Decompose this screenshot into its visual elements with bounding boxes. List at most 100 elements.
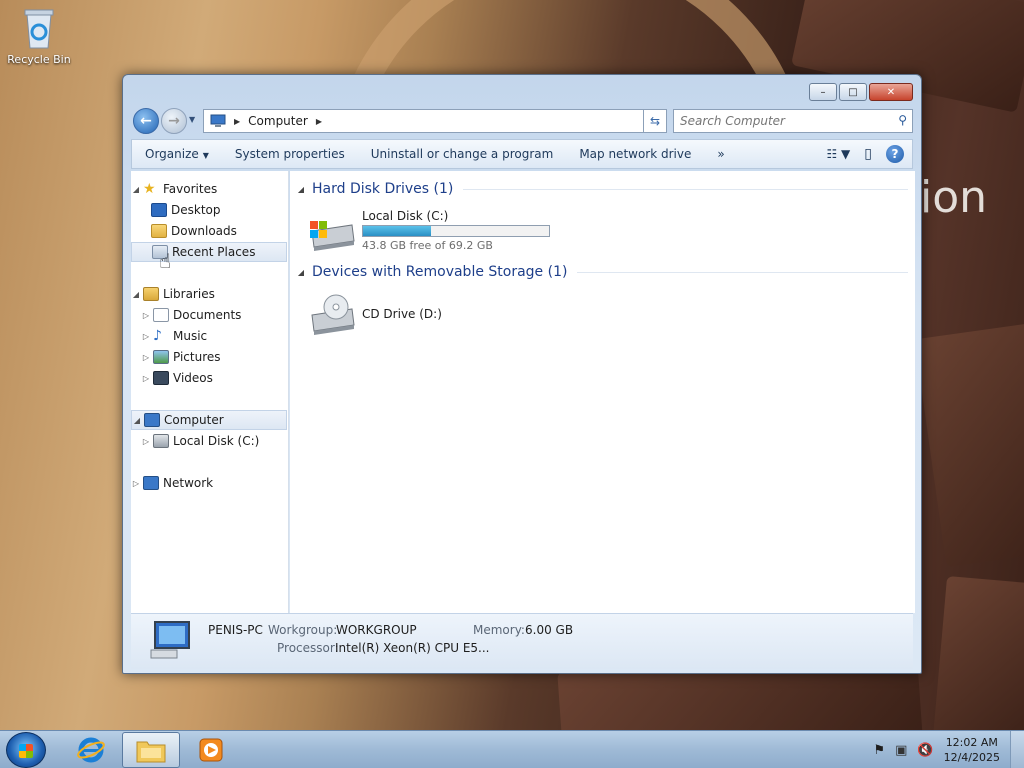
refresh-button[interactable]: ⇆ — [643, 109, 667, 133]
recycle-bin-icon — [24, 9, 54, 49]
organize-button[interactable]: Organize ▼ — [132, 147, 222, 161]
memory-label: Memory: — [473, 623, 525, 637]
navigation-pane: ◢ ★ Favorites Desktop Downloads Recent P… — [131, 171, 289, 613]
close-button[interactable]: ✕ — [869, 83, 913, 101]
clock[interactable]: 12:02 AM 12/4/2025 — [944, 735, 1000, 765]
local-disk-usage-fill — [363, 226, 432, 236]
recycle-bin-label: Recycle Bin — [7, 53, 71, 66]
volume-muted-icon[interactable]: 🔇 — [917, 743, 933, 758]
nav-downloads[interactable]: Downloads — [131, 221, 287, 241]
nav-recent-places[interactable]: Recent Places — [131, 242, 287, 262]
wallpaper-chocolate — [933, 575, 1024, 730]
local-disk-icon — [153, 434, 169, 448]
collapse-arrow-icon: ▷ — [142, 436, 150, 446]
nav-desktop[interactable]: Desktop — [131, 200, 287, 220]
content-pane: ◢ Hard Disk Drives (1) Local Disk (C:) 4… — [290, 171, 915, 613]
nav-music[interactable]: ▷ ♪ Music — [131, 326, 287, 346]
show-desktop-button[interactable] — [1010, 731, 1024, 768]
nav-libraries[interactable]: ◢ Libraries — [131, 284, 287, 304]
address-bar[interactable]: ▶ Computer ▶ ▼ — [203, 109, 667, 133]
local-disk-free-space: 43.8 GB free of 69.2 GB — [362, 239, 493, 252]
nav-network[interactable]: ▷ Network — [131, 473, 287, 493]
workgroup-value: WORKGROUP — [336, 623, 417, 637]
action-center-flag-icon[interactable]: ⚑ — [873, 743, 885, 758]
processor-label: Processor: — [277, 641, 339, 655]
search-input[interactable] — [674, 110, 874, 132]
collapse-arrow-icon: ▷ — [132, 478, 140, 488]
recycle-bin-shortcut[interactable]: Recycle Bin — [4, 6, 74, 66]
clock-time: 12:02 AM — [945, 736, 998, 749]
taskbar-windows-explorer[interactable] — [122, 732, 180, 768]
desktop-folder-icon — [151, 203, 167, 217]
group-header-hard-disks[interactable]: ◢ Hard Disk Drives (1) — [296, 181, 908, 197]
internet-explorer-icon — [77, 737, 105, 763]
system-properties-button[interactable]: System properties — [222, 147, 358, 161]
downloads-folder-icon — [151, 224, 167, 238]
mouse-cursor-icon: ☝ — [159, 249, 172, 273]
breadcrumb-chevron-icon[interactable]: ▶ — [234, 117, 240, 126]
search-box[interactable]: ⚲ — [673, 109, 913, 133]
navigation-bar: ← → ▼ ▶ Computer ▶ ▼ ⇆ ⚲ — [131, 107, 913, 135]
local-disk-usage-bar — [362, 225, 550, 237]
group-header-removable[interactable]: ◢ Devices with Removable Storage (1) — [296, 264, 908, 280]
minimize-button[interactable]: – — [809, 83, 837, 101]
forward-arrow-icon: → — [168, 113, 180, 129]
expand-arrow-icon: ◢ — [297, 184, 305, 194]
recent-pages-dropdown[interactable]: ▼ — [189, 115, 195, 124]
map-network-drive-button[interactable]: Map network drive — [566, 147, 704, 161]
processor-value: Intel(R) Xeon(R) CPU E5... — [335, 641, 490, 655]
pictures-icon — [153, 350, 169, 364]
music-icon: ♪ — [153, 328, 162, 344]
back-arrow-icon: ← — [140, 113, 152, 129]
breadcrumb-chevron-icon[interactable]: ▶ — [316, 117, 322, 126]
view-options-button[interactable]: ☷ ▼ — [826, 147, 850, 161]
nav-videos[interactable]: ▷ Videos — [131, 368, 287, 388]
documents-icon — [153, 308, 169, 322]
media-player-icon — [199, 738, 223, 762]
nav-documents[interactable]: ▷ Documents — [131, 305, 287, 325]
star-icon: ★ — [143, 181, 156, 197]
wallpaper-text: ion — [920, 172, 988, 223]
expand-arrow-icon: ◢ — [297, 267, 305, 277]
taskbar: ⚑ ▣ 🔇 12:02 AM 12/4/2025 — [0, 730, 1024, 768]
explorer-window: – □ ✕ ← → ▼ ▶ Computer ▶ ▼ ⇆ ⚲ Or — [122, 74, 922, 674]
nav-favorites[interactable]: ◢ ★ Favorites — [131, 179, 287, 199]
command-bar: Organize ▼ System properties Uninstall or… — [131, 139, 913, 169]
expand-arrow-icon: ◢ — [133, 415, 141, 425]
refresh-icon: ⇆ — [649, 114, 661, 128]
caption-buttons: – □ ✕ — [809, 83, 913, 101]
nav-computer[interactable]: ◢ Computer — [131, 410, 287, 430]
cd-drive-icon — [311, 294, 355, 335]
forward-button[interactable]: → — [161, 108, 187, 134]
nav-local-disk[interactable]: ▷ Local Disk (C:) — [131, 431, 287, 451]
nav-pictures[interactable]: ▷ Pictures — [131, 347, 287, 367]
hard-disk-icon — [310, 221, 355, 251]
search-icon[interactable]: ⚲ — [898, 113, 907, 127]
collapse-arrow-icon: ▷ — [142, 310, 150, 320]
clock-date: 12/4/2025 — [943, 751, 1000, 764]
wallpaper-chocolate — [914, 322, 1024, 568]
libraries-icon — [143, 287, 159, 301]
breadcrumb-computer[interactable]: Computer — [248, 114, 308, 128]
videos-icon — [153, 371, 169, 385]
cd-drive-name: CD Drive (D:) — [362, 307, 442, 321]
computer-icon — [144, 413, 160, 427]
local-disk-name: Local Disk (C:) — [362, 209, 449, 223]
maximize-button[interactable]: □ — [839, 83, 867, 101]
taskbar-media-player[interactable] — [182, 732, 240, 768]
network-status-icon[interactable]: ▣ — [895, 743, 907, 758]
taskbar-internet-explorer[interactable] — [62, 732, 120, 768]
chevron-down-icon: ▼ — [202, 151, 209, 160]
back-button[interactable]: ← — [133, 108, 159, 134]
start-button[interactable] — [6, 732, 46, 768]
pc-name: PENIS-PC — [208, 623, 263, 637]
uninstall-program-button[interactable]: Uninstall or change a program — [358, 147, 567, 161]
system-tray: ⚑ ▣ 🔇 12:02 AM 12/4/2025 — [873, 735, 1000, 765]
preview-pane-button[interactable]: ▯ — [864, 146, 872, 162]
more-commands-button[interactable]: » — [704, 147, 737, 161]
details-pane: PENIS-PC Workgroup: WORKGROUP Memory: 6.… — [131, 613, 913, 669]
workgroup-label: Workgroup: — [268, 623, 338, 637]
memory-value: 6.00 GB — [525, 623, 574, 637]
network-icon — [143, 476, 159, 490]
help-icon[interactable]: ? — [886, 145, 904, 163]
